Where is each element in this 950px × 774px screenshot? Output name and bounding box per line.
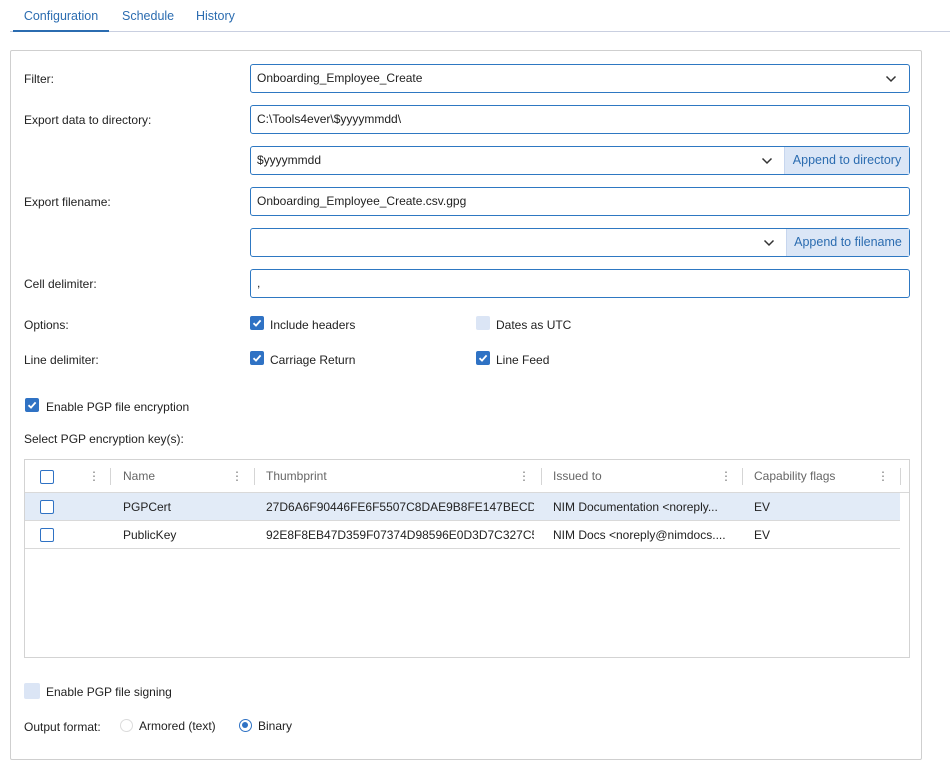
checkmark-icon — [252, 354, 262, 362]
dates-as-utc-label: Dates as UTC — [496, 318, 572, 332]
include-headers-checkbox[interactable] — [250, 316, 264, 330]
select-all-checkbox[interactable] — [40, 470, 54, 484]
export-filename-value: Onboarding_Employee_Create.csv.gpg — [257, 194, 467, 208]
chevron-down-icon — [761, 157, 773, 165]
pgp-keys-table: ⋮ Name ⋮ Thumbprint ⋮ Issued to ⋮ Capabi… — [24, 459, 910, 658]
line-feed-label: Line Feed — [496, 353, 550, 367]
append-to-filename-button[interactable]: Append to filename — [786, 229, 909, 256]
checkmark-icon — [478, 354, 488, 362]
column-header-capability-flags[interactable]: Capability flags — [754, 460, 835, 493]
cell-delimiter-input[interactable]: , — [250, 269, 910, 298]
column-menu-icon[interactable]: ⋮ — [88, 469, 100, 483]
cell-capability-flags: EV — [754, 500, 771, 514]
row-checkbox[interactable] — [40, 528, 54, 542]
column-menu-icon[interactable]: ⋮ — [231, 469, 243, 483]
enable-pgp-signing-checkbox[interactable] — [24, 683, 40, 699]
dates-as-utc-checkbox[interactable] — [476, 316, 490, 330]
column-divider — [541, 468, 542, 485]
filter-select[interactable]: Onboarding_Employee_Create — [250, 64, 910, 93]
binary-radio[interactable] — [239, 719, 252, 732]
binary-label: Binary — [258, 719, 293, 733]
configuration-panel: Filter: Onboarding_Employee_Create Expor… — [10, 50, 922, 760]
cell-delimiter-value: , — [257, 276, 261, 290]
export-dir-value: C:\Tools4ever\$yyyymmdd\ — [257, 112, 402, 126]
options-label: Options: — [24, 318, 69, 332]
tab-configuration[interactable]: Configuration — [13, 0, 109, 32]
column-divider — [254, 468, 255, 485]
dir-token-value: $yyyymmdd — [257, 153, 322, 167]
enable-pgp-encryption-checkbox[interactable] — [25, 398, 39, 412]
tab-schedule[interactable]: Schedule — [122, 0, 174, 32]
column-header-name[interactable]: Name — [123, 460, 155, 493]
line-feed-checkbox[interactable] — [476, 351, 490, 365]
enable-pgp-encryption-label: Enable PGP file encryption — [46, 400, 190, 414]
enable-pgp-signing-label: Enable PGP file signing — [46, 685, 172, 699]
chevron-down-icon — [885, 75, 897, 83]
cell-thumbprint: 92E8F8EB47D359F07374D98596E0D3D7C327C5..… — [266, 528, 534, 542]
column-divider — [742, 468, 743, 485]
append-to-directory-button[interactable]: Append to directory — [784, 147, 909, 174]
carriage-return-checkbox[interactable] — [250, 351, 264, 365]
checkmark-icon — [252, 319, 262, 327]
select-keys-label: Select PGP encryption key(s): — [24, 432, 184, 446]
filter-value: Onboarding_Employee_Create — [257, 71, 423, 85]
column-divider — [110, 468, 111, 485]
tab-history[interactable]: History — [196, 0, 235, 32]
output-format-label: Output format: — [24, 720, 101, 734]
checkmark-icon — [27, 401, 37, 409]
armored-radio[interactable] — [120, 719, 133, 732]
export-dir-input[interactable]: C:\Tools4ever\$yyyymmdd\ — [250, 105, 910, 134]
cell-issued-to: NIM Docs <noreply@nimdocs.... — [553, 528, 726, 542]
row-checkbox[interactable] — [40, 500, 54, 514]
export-filename-label: Export filename: — [24, 195, 111, 209]
export-dir-label: Export data to directory: — [24, 113, 152, 127]
table-row[interactable]: PGPCert 27D6A6F90446FE6F5507C8DAE9B8FE14… — [25, 493, 900, 521]
filename-token-select[interactable]: Append to filename — [250, 228, 910, 257]
table-header: ⋮ Name ⋮ Thumbprint ⋮ Issued to ⋮ Capabi… — [25, 460, 909, 493]
carriage-return-label: Carriage Return — [270, 353, 356, 367]
cell-thumbprint: 27D6A6F90446FE6F5507C8DAE9B8FE147BECDA..… — [266, 500, 534, 514]
cell-issued-to: NIM Documentation <noreply... — [553, 500, 718, 514]
cell-capability-flags: EV — [754, 528, 771, 542]
include-headers-label: Include headers — [270, 318, 356, 332]
column-menu-icon[interactable]: ⋮ — [720, 469, 732, 483]
chevron-down-icon — [763, 239, 775, 247]
dir-token-select[interactable]: $yyyymmdd Append to directory — [250, 146, 910, 175]
column-header-thumbprint[interactable]: Thumbprint — [266, 460, 327, 493]
line-delimiter-label: Line delimiter: — [24, 353, 99, 367]
cell-delimiter-label: Cell delimiter: — [24, 277, 97, 291]
column-divider — [900, 468, 901, 485]
filter-label: Filter: — [24, 72, 54, 86]
tab-bar: Configuration Schedule History — [10, 0, 950, 32]
column-menu-icon[interactable]: ⋮ — [518, 469, 530, 483]
armored-label: Armored (text) — [139, 719, 216, 733]
cell-name: PublicKey — [123, 528, 177, 542]
export-filename-input[interactable]: Onboarding_Employee_Create.csv.gpg — [250, 187, 910, 216]
column-menu-icon[interactable]: ⋮ — [877, 469, 889, 483]
table-row[interactable]: PublicKey 92E8F8EB47D359F07374D98596E0D3… — [25, 521, 900, 549]
column-header-issued-to[interactable]: Issued to — [553, 460, 602, 493]
cell-name: PGPCert — [123, 500, 172, 514]
